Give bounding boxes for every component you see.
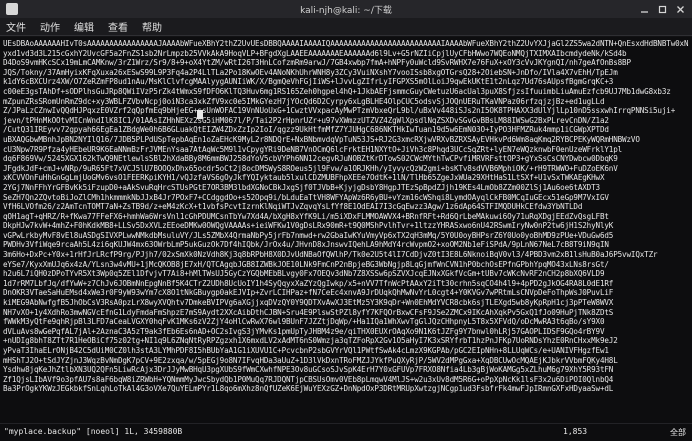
- window-titlebar[interactable]: kali-njh@kali: ~/下载: [0, 0, 692, 19]
- menu-edit[interactable]: 编辑: [74, 19, 94, 34]
- menu-help[interactable]: 帮助: [142, 19, 162, 34]
- menu-view[interactable]: 查看: [108, 19, 128, 34]
- window-title: kali-njh@kali: ~/下载: [300, 5, 392, 16]
- text-cursor: [197, 110, 203, 119]
- terminal-editor-area[interactable]: UEsDBAoAAAAAAHIvT0sAAAAAAAAAAAAAAAAJAAAA…: [0, 37, 692, 423]
- window-controls: [638, 3, 686, 15]
- minimize-icon[interactable]: [638, 3, 650, 15]
- maximize-icon[interactable]: [656, 3, 668, 15]
- menu-actions[interactable]: 动作: [40, 19, 60, 34]
- menubar: 文件 动作 编辑 查看 帮助: [0, 18, 692, 36]
- file-info: "myplace.backup" [noeol] 1L, 3459880B: [4, 427, 183, 436]
- close-icon[interactable]: [674, 3, 686, 15]
- cursor-position: 1,853: [563, 427, 588, 436]
- menu-file[interactable]: 文件: [6, 19, 26, 34]
- vim-status-line: "myplace.backup" [noeol] 1L, 3459880B 1,…: [0, 423, 692, 441]
- scroll-indicator: 全部: [670, 428, 686, 437]
- terminal-app-icon: [6, 3, 18, 15]
- file-content-text: UEsDBAoAAAAAAHIvT0sAAAAAAAAAAAAAAAAJAAAA…: [3, 39, 692, 394]
- terminal-scrollbar[interactable]: [688, 37, 692, 423]
